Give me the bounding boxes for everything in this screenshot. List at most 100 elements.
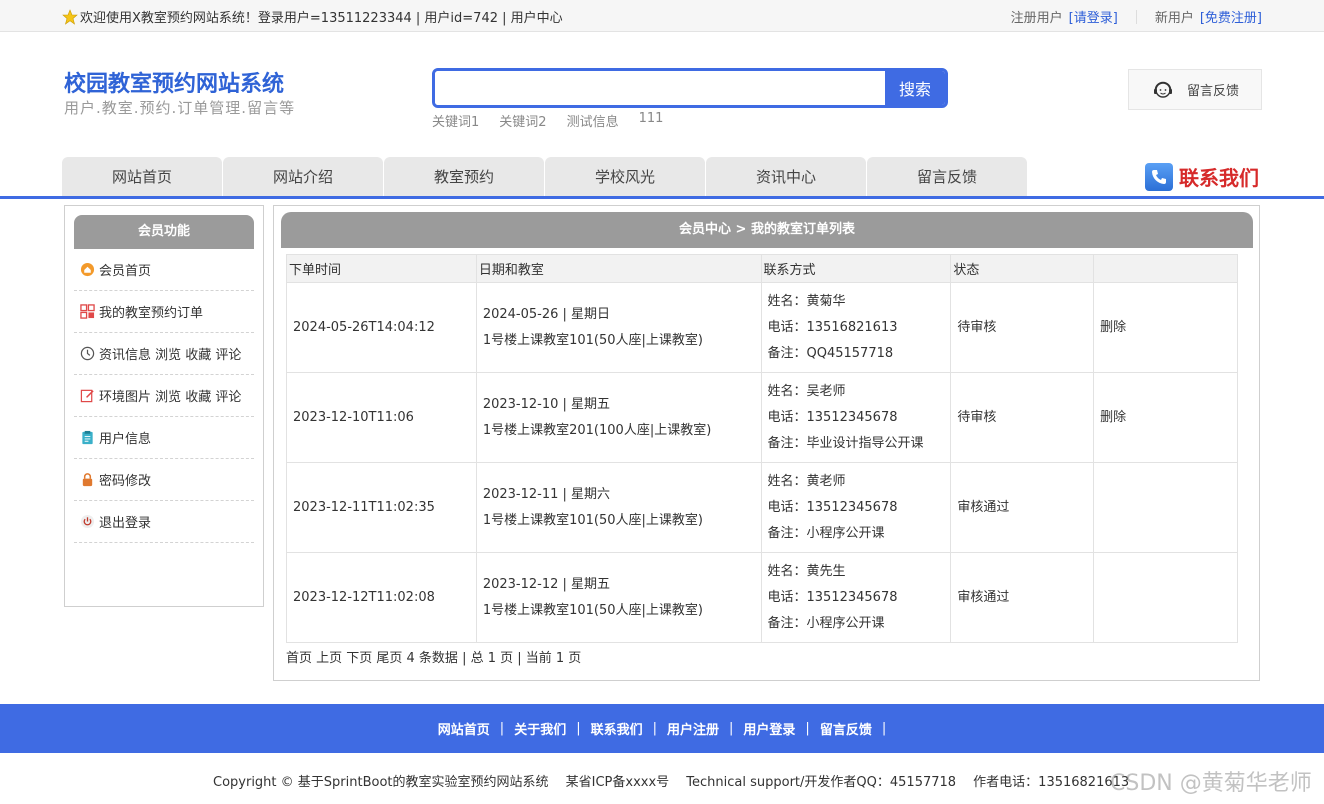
- sidebar-item-logout[interactable]: 退出登录: [74, 501, 254, 543]
- table-row: 2023-12-12T11:02:08 2023-12-12 | 星期五 1号楼上…: [286, 552, 1238, 643]
- copyright-text: Copyright © 基于SprintBoot的教室实验室预约网站系统 某省I…: [213, 775, 1130, 790]
- order-date-room: 2024-05-26 | 星期日 1号楼上课教室101(50人座|上课教室): [475, 282, 762, 373]
- column-header: 联系方式: [760, 254, 952, 283]
- keyword-link[interactable]: 测试信息: [567, 111, 619, 130]
- top-bar: 欢迎使用X教室预约网站系统！登录用户=13511223344 | 用户id=74…: [0, 0, 1324, 32]
- contact-note: 备注：小程序公开课: [767, 615, 885, 631]
- order-date: 2023-12-10 | 星期五: [482, 396, 611, 412]
- nav-booking[interactable]: 教室预约: [384, 157, 544, 197]
- new-user-label: 新用户: [1154, 11, 1194, 26]
- sidebar-item-label: 资讯信息 浏览 收藏 评论: [99, 348, 242, 363]
- column-header: 状态: [950, 254, 1095, 283]
- order-status: 审核通过: [950, 552, 1095, 643]
- search-bar: 搜索: [432, 68, 948, 108]
- table-header-row: 下单时间 日期和教室 联系方式 状态: [286, 254, 1238, 283]
- welcome-area: 欢迎使用X教室预约网站系统！登录用户=13511223344 | 用户id=74…: [62, 7, 563, 26]
- register-link[interactable]: [免费注册]: [1200, 7, 1262, 26]
- delete-link[interactable]: 删除: [1093, 282, 1238, 373]
- order-time: 2023-12-11T11:02:35: [286, 462, 477, 553]
- contact-name: 姓名：黄菊华: [767, 293, 846, 309]
- sidebar-title: 会员功能: [74, 215, 254, 249]
- column-header: 日期和教室: [475, 254, 762, 283]
- sidebar-item-password[interactable]: 密码修改: [74, 459, 254, 501]
- login-link[interactable]: [请登录]: [1069, 7, 1118, 26]
- star-icon: [62, 8, 78, 25]
- footer-separator: |: [499, 721, 505, 736]
- footer-link-about[interactable]: 关于我们: [514, 719, 566, 738]
- nav-feedback[interactable]: 留言反馈: [867, 157, 1027, 197]
- table-row: 2023-12-10T11:06 2023-12-10 | 星期五 1号楼上课教室…: [286, 372, 1238, 463]
- sidebar-item-member-home[interactable]: 会员首页: [74, 249, 254, 291]
- hot-keywords: 关键词1 关键词2 测试信息 111: [432, 111, 663, 130]
- feedback-label: 留言反馈: [1187, 84, 1240, 99]
- order-status: 审核通过: [950, 462, 1095, 553]
- order-room: 1号楼上课教室201(100人座|上课教室): [482, 422, 712, 438]
- keyword-link[interactable]: 关键词1: [432, 111, 479, 130]
- phone-icon: [1145, 162, 1173, 191]
- pagination[interactable]: 首页 上页 下页 尾页 4 条数据 | 总 1 页 | 当前 1 页: [286, 647, 581, 666]
- order-time: 2023-12-10T11:06: [286, 372, 477, 463]
- footer-link-register[interactable]: 用户注册: [667, 719, 719, 738]
- order-time: 2024-05-26T14:04:12: [286, 282, 477, 373]
- clock-icon: [79, 346, 95, 362]
- footer-separator: |: [729, 721, 734, 736]
- sidebar-item-label: 会员首页: [99, 264, 152, 279]
- nav-about[interactable]: 网站介绍: [223, 157, 383, 197]
- account-links: 注册用户 [请登录] 新用户 [免费注册]: [1011, 7, 1262, 26]
- order-date-room: 2023-12-12 | 星期五 1号楼上课教室101(50人座|上课教室): [475, 552, 762, 643]
- column-header: [1093, 254, 1238, 283]
- sidebar-item-label: 密码修改: [99, 474, 152, 489]
- order-date-room: 2023-12-11 | 星期六 1号楼上课教室101(50人座|上课教室): [475, 462, 762, 553]
- sidebar-item-images[interactable]: 环境图片 浏览 收藏 评论: [74, 375, 254, 417]
- table-row: 2024-05-26T14:04:12 2024-05-26 | 星期日 1号楼上…: [286, 282, 1238, 373]
- footer-separator: |: [576, 721, 581, 736]
- action-cell: [1093, 462, 1238, 553]
- order-time: 2023-12-12T11:02:08: [286, 552, 477, 643]
- order-date: 2023-12-12 | 星期五: [482, 576, 611, 592]
- nav-news[interactable]: 资讯中心: [706, 157, 866, 197]
- sidebar-item-news[interactable]: 资讯信息 浏览 收藏 评论: [74, 333, 254, 375]
- footer-separator: |: [652, 721, 657, 736]
- contact-note: 备注：毕业设计指导公开课: [767, 435, 924, 451]
- support-agent-icon: [1154, 81, 1172, 98]
- order-contact: 姓名：吴老师 电话：13512345678 备注：毕业设计指导公开课: [760, 372, 952, 463]
- site-title[interactable]: 校园教室预约网站系统: [64, 66, 284, 98]
- feedback-button[interactable]: 留言反馈: [1128, 69, 1262, 110]
- footer-separator: |: [805, 721, 810, 736]
- action-cell: [1093, 552, 1238, 643]
- sidebar-item-label: 我的教室预约订单: [99, 306, 204, 321]
- footer-link-contact[interactable]: 联系我们: [591, 719, 643, 738]
- nav-scenery[interactable]: 学校风光: [545, 157, 705, 197]
- order-room: 1号楼上课教室101(50人座|上课教室): [482, 602, 703, 618]
- footer-link-feedback[interactable]: 留言反馈: [820, 719, 872, 738]
- keyword-link[interactable]: 111: [639, 111, 664, 130]
- delete-link[interactable]: 删除: [1093, 372, 1238, 463]
- order-date: 2023-12-11 | 星期六: [482, 486, 611, 502]
- orders-icon: [79, 304, 95, 320]
- edit-icon: [79, 388, 95, 404]
- orders-table: 下单时间 日期和教室 联系方式 状态 2024-05-26T14:04:12 2…: [286, 254, 1238, 643]
- keyword-link[interactable]: 关键词2: [499, 111, 546, 130]
- footer-nav: 网站首页 | 关于我们 | 联系我们 | 用户注册 | 用户登录 | 留言反馈 |: [0, 704, 1324, 753]
- sidebar-item-user-info[interactable]: 用户信息: [74, 417, 254, 459]
- nav-home[interactable]: 网站首页: [62, 157, 222, 197]
- sidebar-menu: 会员首页 我的教室预约订单 资讯信息 浏览 收藏 评论 环境图片 浏览 收藏 评…: [74, 249, 254, 543]
- order-status: 待审核: [950, 372, 1095, 463]
- contact-phone: 电话：13512345678: [767, 589, 898, 605]
- footer-link-login[interactable]: 用户登录: [743, 719, 795, 738]
- sidebar-item-label: 环境图片 浏览 收藏 评论: [99, 390, 242, 405]
- welcome-text: 欢迎使用X教室预约网站系统！登录用户=13511223344 | 用户id=74…: [80, 11, 563, 26]
- order-contact: 姓名：黄菊华 电话：13516821613 备注：QQ45157718: [760, 282, 952, 373]
- contact-note: 备注：小程序公开课: [767, 525, 885, 541]
- panel-title: 会员中心 > 我的教室订单列表: [281, 212, 1253, 248]
- clipboard-icon: [79, 430, 95, 446]
- search-button[interactable]: 搜索: [885, 71, 945, 105]
- divider: [1135, 9, 1137, 24]
- orders-panel: 会员中心 > 我的教室订单列表 下单时间 日期和教室 联系方式 状态 2024-…: [273, 205, 1260, 681]
- home-icon: [79, 262, 95, 278]
- search-input[interactable]: [435, 71, 885, 105]
- footer-link-home[interactable]: 网站首页: [438, 719, 490, 738]
- contact-us-link[interactable]: 联系我们: [1145, 162, 1259, 191]
- sidebar-item-my-orders[interactable]: 我的教室预约订单: [74, 291, 254, 333]
- lock-icon: [79, 472, 95, 488]
